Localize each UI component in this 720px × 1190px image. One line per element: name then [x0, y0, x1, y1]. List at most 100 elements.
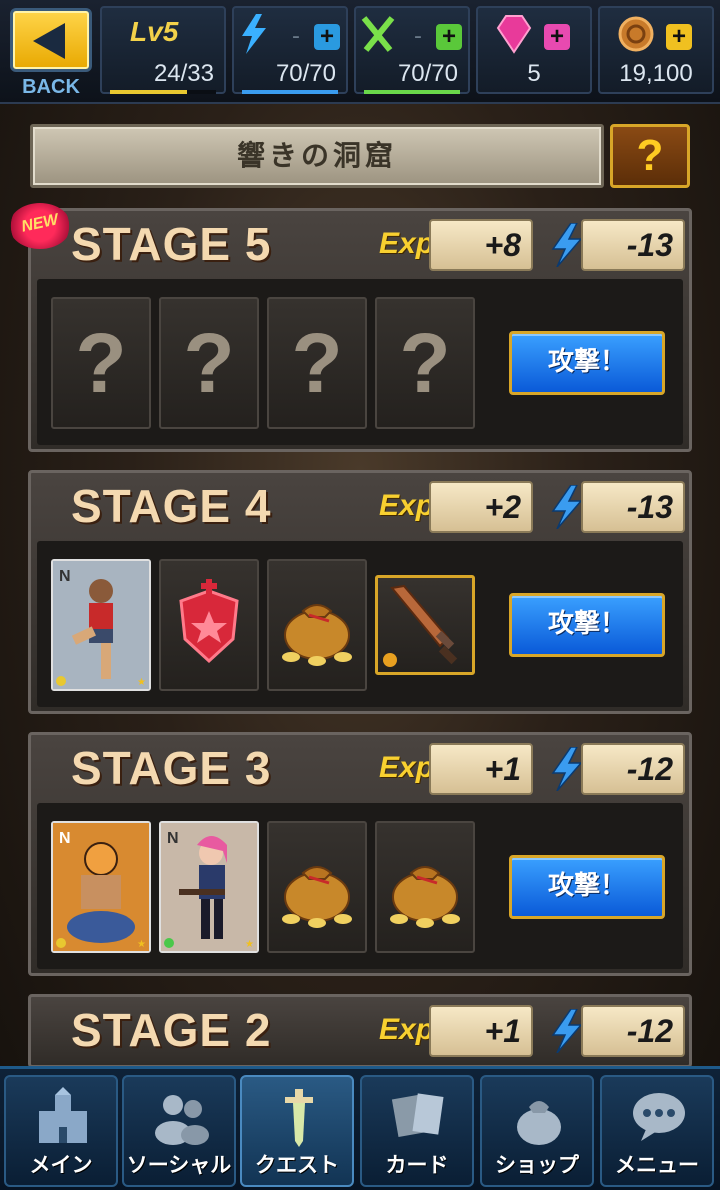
reward-sword-item[interactable] [375, 575, 475, 675]
fighter-card-icon: N ★ [53, 561, 149, 689]
stage-title: STAGE 5 [71, 218, 272, 270]
attack-button[interactable]: 攻撃！ [509, 331, 665, 395]
unknown-reward-icon: ? [183, 316, 235, 410]
attack-button-label: 攻撃！ [547, 347, 626, 377]
stage-title: STAGE 3 [71, 742, 272, 794]
stamina-cost: -12 [581, 1005, 685, 1057]
nav-shop[interactable]: ショップ [480, 1075, 594, 1187]
svg-text:★: ★ [137, 939, 146, 950]
gem-icon [496, 15, 532, 54]
coins-plus-button[interactable]: + [666, 24, 692, 50]
stage-panel-5: NEW STAGE 5 Exp +8 -13 ? ? ? ? 攻撃！ [9, 203, 692, 452]
gems-plus-button[interactable]: + [544, 24, 570, 50]
reward-crown-emblem[interactable] [159, 559, 259, 691]
stamina-cost-icon [551, 223, 583, 267]
stamina-value: 70/70 [275, 60, 336, 87]
nav-label: ショップ [495, 1153, 579, 1177]
stamina-cost-icon [551, 485, 583, 529]
nav-main[interactable]: メイン [4, 1075, 118, 1187]
stage-panel-2: STAGE 2 Exp +1 -12 [28, 994, 692, 1068]
battle-points-plus-button[interactable]: + [436, 24, 462, 50]
rewards-area: ? ? ? ? 攻撃！ [37, 279, 683, 445]
attack-button-label: 攻撃！ [547, 609, 626, 639]
coin-icon [618, 16, 654, 52]
exp-reward: +8 [429, 219, 533, 271]
back-label: BACK [22, 76, 80, 98]
level-display: Lv5 [130, 16, 178, 48]
stamina-bar [242, 90, 338, 94]
reward-slot-unknown[interactable]: ? [267, 297, 367, 429]
coins-box: + 19,100 [598, 6, 714, 94]
nav-label: クエスト [255, 1153, 339, 1177]
level-label: Lv [130, 16, 163, 47]
svg-text:★: ★ [137, 677, 146, 688]
help-icon: ? [636, 131, 664, 180]
unknown-reward-icon: ? [399, 316, 451, 410]
stamina-box: - + 70/70 [232, 6, 348, 94]
sword-item-icon [383, 584, 458, 667]
crown-emblem-icon [179, 579, 239, 664]
battle-points-box: - + 70/70 [354, 6, 470, 94]
nav-social[interactable]: ソーシャル [122, 1075, 236, 1187]
new-badge-label: NEW [19, 211, 60, 236]
friends-icon [155, 1095, 209, 1145]
attack-button[interactable]: 攻撃！ [509, 593, 665, 657]
gems-box: + 5 [476, 6, 592, 94]
help-button[interactable]: ? [610, 124, 690, 188]
nav-cards[interactable]: カード [360, 1075, 474, 1187]
money-bag-icon [517, 1101, 561, 1145]
stage-panel-4: STAGE 4 Exp +2 -13 N ★ 攻撃！ [28, 470, 692, 714]
reward-tiger-card[interactable]: N ★ [51, 821, 151, 953]
lightning-bolt-icon [242, 14, 266, 54]
chat-bubble-icon [633, 1093, 685, 1141]
unknown-reward-icon: ? [75, 316, 127, 410]
reward-slot-unknown[interactable]: ? [159, 297, 259, 429]
coin-bag-icon [282, 604, 352, 666]
exp-progress-text: 24/33 [153, 60, 214, 87]
coin-bag-icon [390, 866, 460, 928]
stamina-cost-icon [551, 747, 583, 791]
stamina-plus-button[interactable]: + [314, 24, 340, 50]
sword-icon [285, 1089, 313, 1147]
rewards-area: N ★ 攻撃！ [37, 541, 683, 707]
bottom-navigation: メイン ソーシャル クエスト カード ショップ メニュー [0, 1066, 720, 1190]
reward-slot-unknown[interactable]: ? [375, 297, 475, 429]
card-rarity-label: N [59, 568, 71, 585]
new-badge: NEW [9, 203, 71, 249]
rewards-area: N ★ N ★ 攻撃！ [37, 803, 683, 969]
battle-points-bar [364, 90, 460, 94]
nav-label: ソーシャル [126, 1153, 232, 1177]
gems-value: 5 [527, 60, 541, 87]
nav-label: メイン [29, 1153, 93, 1177]
tiger-card-icon: N ★ [53, 823, 149, 951]
reward-coin-bag[interactable] [375, 821, 475, 953]
reward-coin-bag[interactable] [267, 821, 367, 953]
reward-coin-bag[interactable] [267, 559, 367, 691]
gunner-card-icon: N ★ [161, 823, 257, 951]
coins-value: 19,100 [619, 60, 693, 87]
exp-reward: +2 [429, 481, 533, 533]
attack-button[interactable]: 攻撃！ [509, 855, 665, 919]
exp-progress-bar [110, 90, 216, 94]
stamina-cost: -13 [581, 481, 685, 533]
stamina-cost-icon [551, 1009, 583, 1053]
nav-menu[interactable]: メニュー [600, 1075, 714, 1187]
reward-slot-unknown[interactable]: ? [51, 297, 151, 429]
attack-button-label: 攻撃！ [547, 871, 626, 901]
reward-fighter-card[interactable]: N ★ [51, 559, 151, 691]
exp-label: Exp [379, 751, 435, 784]
card-rarity-label: N [167, 830, 179, 847]
nav-label: メニュー [615, 1153, 699, 1177]
exp-label: Exp [379, 489, 435, 522]
svg-text:★: ★ [245, 939, 254, 950]
card-rarity-label: N [59, 830, 71, 847]
reward-gunner-card[interactable]: N ★ [159, 821, 259, 953]
coin-bag-icon [282, 866, 352, 928]
back-button[interactable] [10, 8, 92, 72]
castle-icon [39, 1087, 87, 1143]
stage-title: STAGE 2 [71, 1004, 272, 1056]
nav-label: カード [385, 1153, 449, 1177]
nav-quest[interactable]: クエスト [240, 1075, 354, 1187]
stage-panel-3: STAGE 3 Exp +1 -12 N ★ N ★ 攻撃！ [28, 732, 692, 976]
unknown-reward-icon: ? [291, 316, 343, 410]
